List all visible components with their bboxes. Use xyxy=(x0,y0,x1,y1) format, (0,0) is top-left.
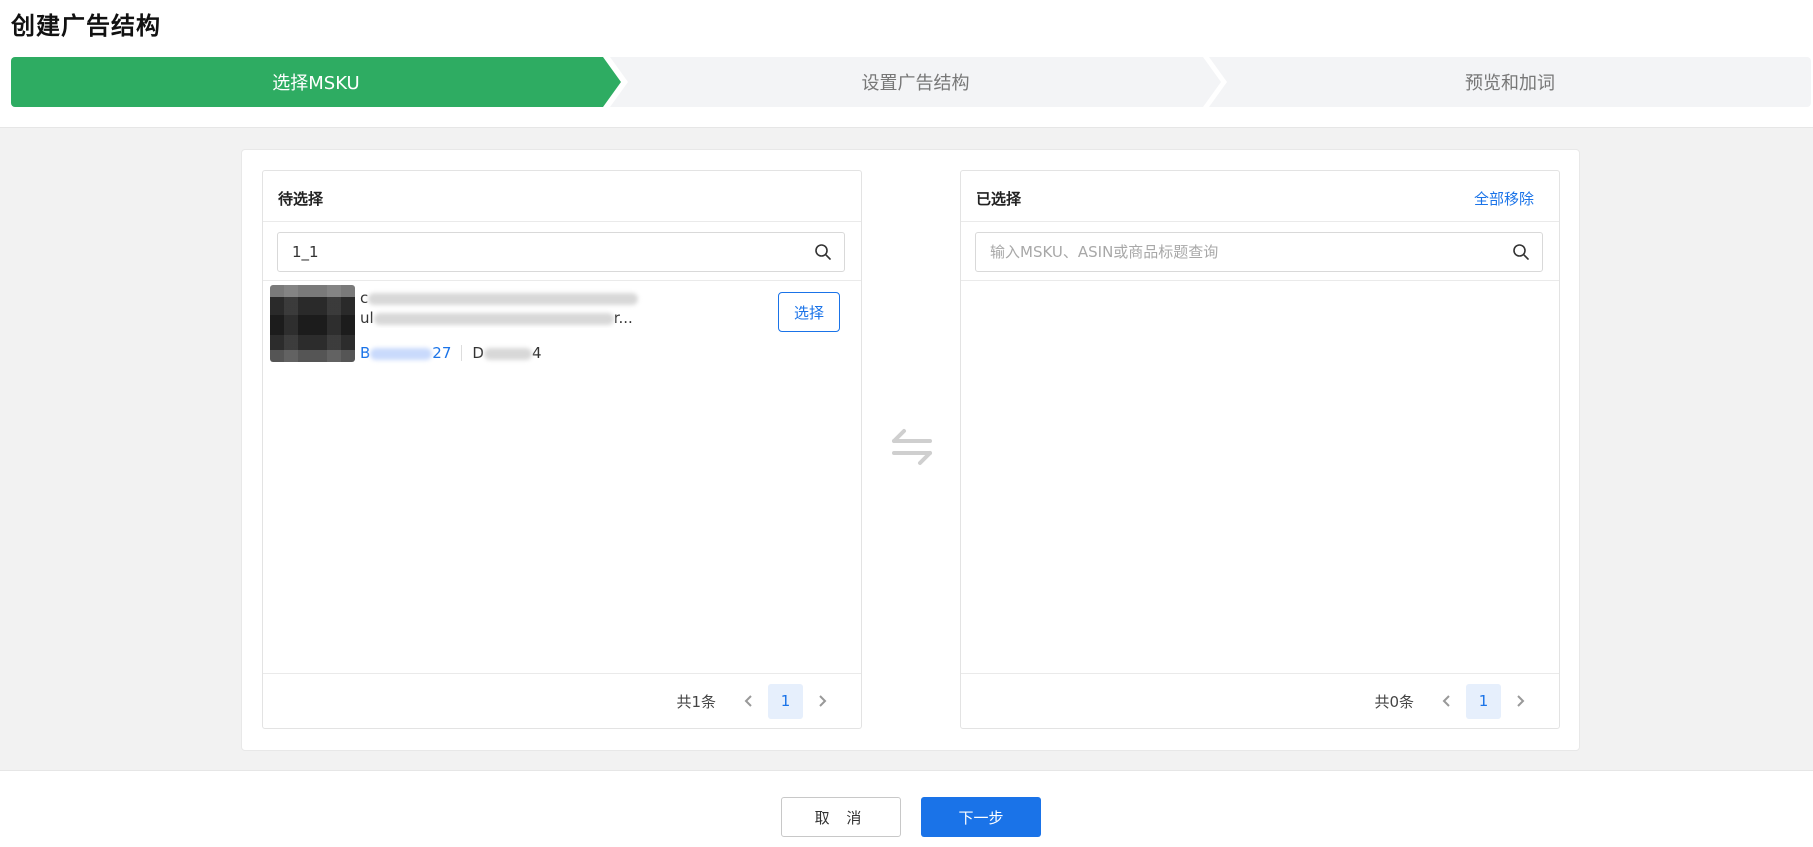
title-text: c xyxy=(360,289,369,307)
redacted-text xyxy=(373,312,614,325)
list-item: c ul r... B 27 D4 选择 xyxy=(263,282,861,368)
title-text: ul xyxy=(360,309,374,327)
search-box xyxy=(277,232,845,272)
select-button[interactable]: 选择 xyxy=(778,292,840,332)
asin-text: B xyxy=(360,344,371,362)
step-progress: 选择MSKU 设置广告结构 预览和加词 xyxy=(11,57,1811,107)
chevron-left-icon[interactable] xyxy=(738,690,760,712)
remove-all-link[interactable]: 全部移除 xyxy=(1474,188,1534,209)
selected-panel: 已选择 全部移除 共0条 1 xyxy=(960,170,1560,729)
step-label: 设置广告结构 xyxy=(861,73,970,94)
chevron-right-icon[interactable] xyxy=(1509,690,1531,712)
asin-text: 27 xyxy=(432,344,452,362)
search-icon[interactable] xyxy=(814,243,832,261)
search-row xyxy=(961,222,1559,281)
pending-list: c ul r... B 27 D4 选择 xyxy=(263,282,861,675)
selected-list xyxy=(961,282,1559,675)
pending-search-input[interactable] xyxy=(278,233,798,271)
asin-link[interactable]: B 27 xyxy=(360,344,451,362)
search-icon[interactable] xyxy=(1512,243,1530,261)
cancel-button[interactable]: 取 消 xyxy=(781,797,901,837)
step-preview-add-keywords[interactable]: 预览和加词 xyxy=(1209,57,1811,107)
transfer-card: 待选择 c ul r... xyxy=(241,149,1580,751)
panel-title: 已选择 xyxy=(976,190,1022,208)
selected-search-input[interactable] xyxy=(976,233,1496,271)
msku-value: 4 xyxy=(531,344,542,362)
step-set-ad-structure[interactable]: 设置广告结构 xyxy=(610,57,1221,107)
panel-header: 已选择 全部移除 xyxy=(961,171,1559,222)
header-area: 创建广告结构 选择MSKU 设置广告结构 预览和加词 xyxy=(0,0,1813,128)
panel-header: 待选择 xyxy=(263,171,861,222)
pagination: 共1条 1 xyxy=(676,683,841,719)
msku-value: D xyxy=(472,344,484,362)
total-count: 共0条 xyxy=(1374,692,1414,711)
title-text: r... xyxy=(613,309,633,327)
redacted-text xyxy=(368,292,639,305)
chevron-left-icon[interactable] xyxy=(1436,690,1458,712)
chevron-right-icon[interactable] xyxy=(811,690,833,712)
next-step-button[interactable]: 下一步 xyxy=(921,797,1041,837)
panel-title: 待选择 xyxy=(278,190,324,208)
redacted-text xyxy=(483,347,532,360)
pagination: 共0条 1 xyxy=(1374,683,1539,719)
product-title: c ul r... xyxy=(360,288,690,328)
step-label: 选择MSKU xyxy=(272,73,360,94)
msku-text: D4 xyxy=(472,344,541,362)
pagination-bar: 共1条 1 xyxy=(263,673,861,728)
page-number[interactable]: 1 xyxy=(768,683,803,719)
search-box xyxy=(975,232,1543,272)
pending-panel: 待选择 c ul r... xyxy=(262,170,862,729)
product-thumbnail xyxy=(270,285,355,362)
transfer-arrows-icon xyxy=(892,429,932,465)
page-title: 创建广告结构 xyxy=(11,12,161,40)
step-label: 预览和加词 xyxy=(1465,73,1555,94)
divider xyxy=(461,345,463,361)
total-count: 共1条 xyxy=(676,692,716,711)
search-row xyxy=(263,222,861,281)
footer-bar: 取 消 下一步 xyxy=(0,770,1813,847)
redacted-text xyxy=(370,347,433,360)
step-select-msku[interactable]: 选择MSKU xyxy=(11,57,621,107)
page-number[interactable]: 1 xyxy=(1466,683,1501,719)
product-meta: B 27 D4 xyxy=(360,344,542,362)
pagination-bar: 共0条 1 xyxy=(961,673,1559,728)
